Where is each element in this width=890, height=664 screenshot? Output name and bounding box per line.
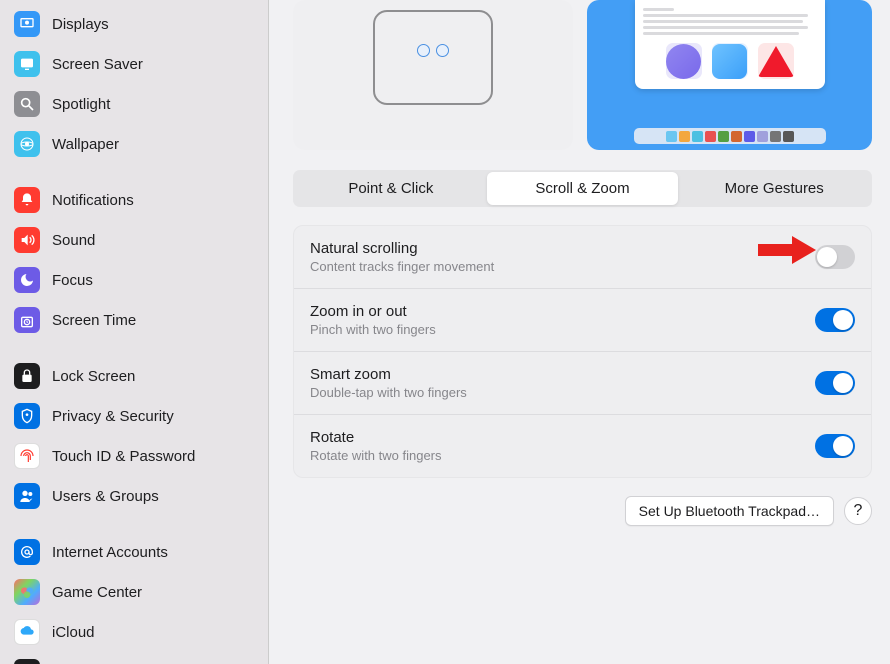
setting-title: Natural scrolling xyxy=(310,240,815,257)
wallet-icon xyxy=(14,659,40,664)
toggle-smart-zoom[interactable] xyxy=(815,371,855,395)
icloud-icon xyxy=(14,619,40,645)
gamecenter-icon xyxy=(14,579,40,605)
sidebar-item-label: Lock Screen xyxy=(52,368,135,385)
sidebar-item-label: Privacy & Security xyxy=(52,408,174,425)
setting-row-natural-scrolling: Natural scrolling Content tracks finger m… xyxy=(294,226,871,289)
fingerprint-icon xyxy=(14,443,40,469)
sidebar-item-label: Users & Groups xyxy=(52,488,159,505)
sidebar-item-label: Game Center xyxy=(52,584,142,601)
setting-row-smart-zoom: Smart zoom Double-tap with two fingers xyxy=(294,352,871,415)
sidebar-item-users-groups[interactable]: Users & Groups xyxy=(8,476,260,516)
setting-row-zoom-in-or-out: Zoom in or out Pinch with two fingers xyxy=(294,289,871,352)
sidebar-item-lock-screen[interactable]: Lock Screen xyxy=(8,356,260,396)
sidebar-item-label: Wallpaper xyxy=(52,136,119,153)
sidebar-item-privacy-security[interactable]: Privacy & Security xyxy=(8,396,260,436)
main-content: Point & ClickScroll & ZoomMore Gestures … xyxy=(269,0,890,664)
sidebar-item-sound[interactable]: Sound xyxy=(8,220,260,260)
at-icon xyxy=(14,539,40,565)
sidebar-item-label: Screen Time xyxy=(52,312,136,329)
lock-icon xyxy=(14,363,40,389)
setting-title: Smart zoom xyxy=(310,366,815,383)
sidebar-item-wallpaper[interactable]: Wallpaper xyxy=(8,124,260,164)
sidebar-item-label: Focus xyxy=(52,272,93,289)
setting-title: Zoom in or out xyxy=(310,303,815,320)
sidebar-item-spotlight[interactable]: Spotlight xyxy=(8,84,260,124)
screentime-icon xyxy=(14,307,40,333)
sidebar-item-label: Touch ID & Password xyxy=(52,448,195,465)
tab-more-gestures[interactable]: More Gestures xyxy=(678,172,870,205)
sidebar-item-label: Spotlight xyxy=(52,96,110,113)
setting-row-rotate: Rotate Rotate with two fingers xyxy=(294,415,871,477)
sidebar-item-touch-id-password[interactable]: Touch ID & Password xyxy=(8,436,260,476)
sidebar-item-wallet-apple-pay[interactable]: Wallet & Apple Pay xyxy=(8,652,260,664)
shield-icon xyxy=(14,403,40,429)
bell-icon xyxy=(14,187,40,213)
sidebar-item-label: Internet Accounts xyxy=(52,544,168,561)
wallpaper-icon xyxy=(14,131,40,157)
sidebar: Displays Screen Saver Spotlight Wallpaper No… xyxy=(0,0,269,664)
sound-icon xyxy=(14,227,40,253)
focus-icon xyxy=(14,267,40,293)
toggle-zoom-in-or-out[interactable] xyxy=(815,308,855,332)
setting-subtitle: Double-tap with two fingers xyxy=(310,385,815,400)
tab-scroll-zoom[interactable]: Scroll & Zoom xyxy=(487,172,679,205)
sidebar-item-label: iCloud xyxy=(52,624,95,641)
sidebar-item-icloud[interactable]: iCloud xyxy=(8,612,260,652)
sidebar-item-label: Screen Saver xyxy=(52,56,143,73)
setting-title: Rotate xyxy=(310,429,815,446)
sidebar-item-label: Notifications xyxy=(52,192,134,209)
trackpad-preview xyxy=(293,0,573,150)
sidebar-item-focus[interactable]: Focus xyxy=(8,260,260,300)
setting-subtitle: Content tracks finger movement xyxy=(310,259,815,274)
segmented-control: Point & ClickScroll & ZoomMore Gestures xyxy=(293,170,872,207)
setting-subtitle: Rotate with two fingers xyxy=(310,448,815,463)
screensaver-icon xyxy=(14,51,40,77)
spotlight-icon xyxy=(14,91,40,117)
help-button[interactable]: ? xyxy=(844,497,872,525)
trackpad-outline-icon xyxy=(373,10,493,105)
sidebar-item-game-center[interactable]: Game Center xyxy=(8,572,260,612)
setting-subtitle: Pinch with two fingers xyxy=(310,322,815,337)
toggle-rotate[interactable] xyxy=(815,434,855,458)
sidebar-item-label: Displays xyxy=(52,16,109,33)
toggle-natural-scrolling[interactable] xyxy=(815,245,855,269)
displays-icon xyxy=(14,11,40,37)
users-icon xyxy=(14,483,40,509)
settings-list: Natural scrolling Content tracks finger m… xyxy=(293,225,872,478)
sidebar-item-screen-time[interactable]: Screen Time xyxy=(8,300,260,340)
sidebar-item-label: Sound xyxy=(52,232,95,249)
desktop-preview xyxy=(587,0,872,150)
sidebar-item-internet-accounts[interactable]: Internet Accounts xyxy=(8,532,260,572)
preview-window xyxy=(635,0,825,89)
footer-row: Set Up Bluetooth Trackpad… ? xyxy=(293,496,872,526)
sidebar-item-screen-saver[interactable]: Screen Saver xyxy=(8,44,260,84)
tab-point-click[interactable]: Point & Click xyxy=(295,172,487,205)
sidebar-item-notifications[interactable]: Notifications xyxy=(8,180,260,220)
dock-icon xyxy=(634,128,826,144)
sidebar-item-displays[interactable]: Displays xyxy=(8,4,260,44)
preview-row xyxy=(293,0,872,150)
setup-bluetooth-button[interactable]: Set Up Bluetooth Trackpad… xyxy=(625,496,834,526)
